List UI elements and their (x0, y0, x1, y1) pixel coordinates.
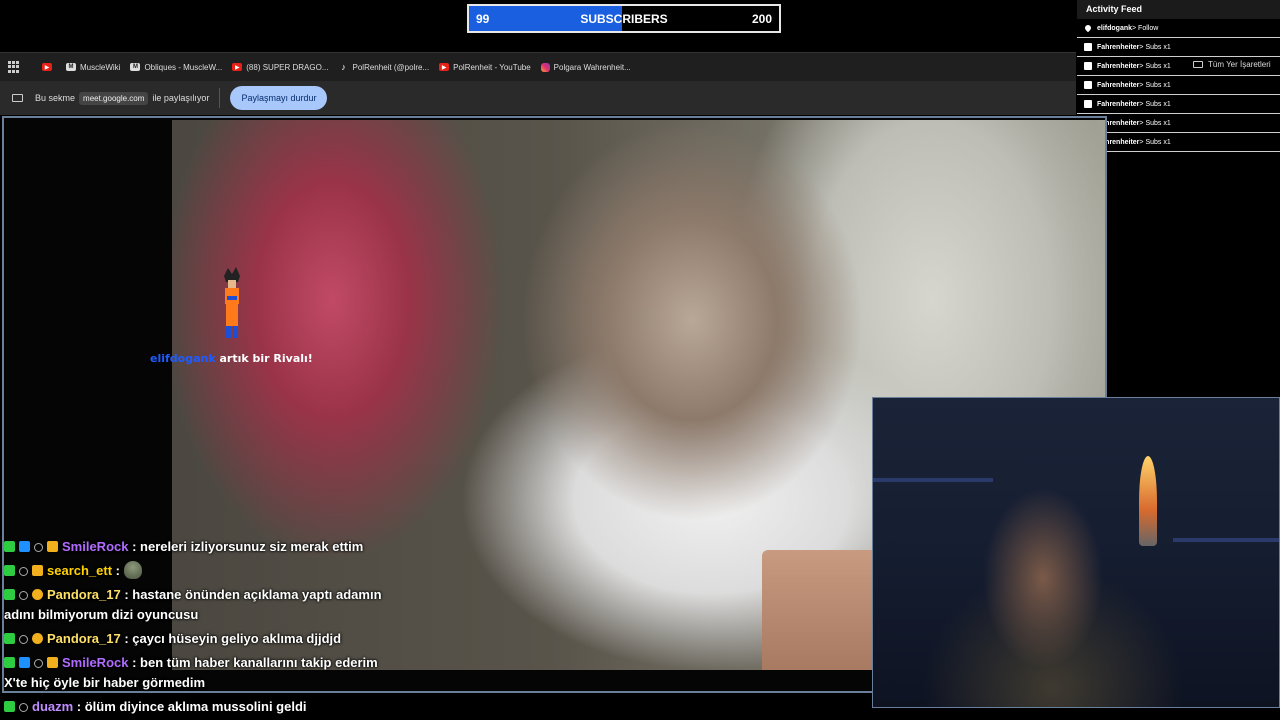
bookmark-tiktok[interactable]: ♪ PolRenheit (@polre... (339, 62, 430, 72)
folder-icon (1193, 61, 1203, 68)
clock-badge-icon (19, 567, 28, 576)
bookmark-polrenheit-youtube[interactable]: ▶ PolRenheit - YouTube (439, 63, 531, 72)
emote-icon (123, 561, 142, 579)
subscriber-goal-bar: 99 SUBSCRIBERS 200 (467, 4, 781, 33)
chat-username: Pandora_17 (47, 587, 121, 602)
subscriber-goal-title: SUBSCRIBERS (580, 11, 668, 26)
chat-message: SmileRock : nereleri izliyorsunuz siz me… (4, 537, 404, 557)
bookmark-label: Polgara Wahrenheit... (553, 62, 631, 72)
kick-badge-icon (4, 565, 15, 576)
clock-badge-icon (19, 635, 28, 644)
tab-sharing-bar: Bu sekme meet.google.com ile paylaşılıyo… (0, 81, 1076, 115)
crown-badge-icon (47, 657, 58, 668)
chat-username: duazm (32, 699, 74, 714)
chat-username: search_ett (47, 563, 113, 578)
bookmark-musclewiki[interactable]: M MuscleWiki (66, 63, 120, 72)
kick-badge-icon (4, 633, 15, 644)
feed-item: elifdogank > Follow (1077, 19, 1280, 38)
goku-sprite-icon (224, 267, 240, 338)
feed-item: Fahrenheiter > Subs x1 (1077, 95, 1280, 114)
bookmark-label: PolRenheit (@polre... (352, 62, 430, 72)
chat-message: search_ett : (4, 561, 404, 581)
sub-badge-icon (19, 541, 30, 552)
chat-message: Pandora_17 : hastane önünden açıklama ya… (4, 587, 382, 622)
bookmark-super-dragon[interactable]: ▶ (88) SUPER DRAGO... (232, 62, 329, 72)
rival-alert-text: elifdogank artık bir Rivalı! (150, 352, 313, 365)
screen-share-icon (12, 94, 23, 102)
chat-text: ben tüm haber kanallarını takip ederim X… (4, 655, 378, 690)
activity-feed: Activity Feed elifdogank > Follow Fahren… (1077, 0, 1280, 160)
chat-text: çaycı hüseyin geliyo aklıma djjdjd (132, 631, 342, 646)
gift-icon (1084, 43, 1092, 51)
chat-username: Pandora_17 (47, 631, 121, 646)
shelf (873, 478, 993, 482)
all-bookmarks-label: Tüm Yer İşaretleri (1208, 60, 1271, 69)
lava-lamp (1139, 456, 1157, 546)
chat-message: SmileRock : ben tüm haber kanallarını ta… (4, 655, 378, 690)
chat-overlay: SmileRock : nereleri izliyorsunuz siz me… (4, 517, 524, 720)
share-prefix: Bu sekme (35, 93, 76, 103)
clock-badge-icon (19, 591, 28, 600)
feed-item: Fahrenheiter > Subs x1 (1077, 114, 1280, 133)
bookmark-label: (88) SUPER DRAGO... (246, 62, 329, 72)
instagram-icon (540, 62, 550, 72)
gift-icon (1084, 100, 1092, 108)
bookmarks-bar: ▶ M MuscleWiki M Obliques - MuscleW... ▶ (8… (0, 52, 1076, 81)
tiktok-icon: ♪ (341, 62, 346, 72)
divider (219, 88, 221, 108)
feed-item: Fahrenheiter > Subs x1 (1077, 133, 1280, 152)
apps-grid-icon[interactable] (8, 61, 20, 73)
feed-item: Fahrenheiter > Subs x1 (1077, 38, 1280, 57)
bookmark-instagram[interactable]: Polgara Wahrenheit... (540, 62, 631, 72)
bookmark-label: MuscleWiki (80, 62, 121, 72)
all-bookmarks-button[interactable]: Tüm Yer İşaretleri (1193, 60, 1271, 69)
bookmark-youtube[interactable]: ▶ (42, 63, 56, 71)
chat-message: Pandora_17 : çaycı hüseyin geliyo aklıma… (4, 629, 404, 649)
crown-badge-icon (32, 565, 43, 576)
youtube-icon: ▶ (232, 63, 243, 71)
activity-feed-title: Activity Feed (1077, 0, 1280, 19)
clock-badge-icon (34, 543, 43, 552)
heart-icon (1083, 23, 1093, 33)
sub-badge-icon (19, 657, 30, 668)
kick-badge-icon (4, 589, 15, 600)
stop-sharing-button[interactable]: Paylaşmayı durdur (230, 86, 328, 110)
youtube-icon: ▶ (42, 63, 52, 71)
chat-username: SmileRock (62, 655, 129, 670)
share-suffix: ile paylaşılıyor (152, 93, 210, 103)
gift-icon (1084, 62, 1092, 70)
youtube-icon: ▶ (439, 63, 450, 71)
musclewiki-icon: M (130, 63, 141, 71)
musclewiki-icon: M (66, 63, 76, 71)
crown-badge-icon (47, 541, 58, 552)
feed-item: Fahrenheiter > Subs x1 (1077, 76, 1280, 95)
bookmark-label: Obliques - MuscleW... (144, 62, 223, 72)
bookmark-label: PolRenheit - YouTube (453, 62, 531, 72)
clock-badge-icon (34, 659, 43, 668)
bookmark-obliques[interactable]: M Obliques - MuscleW... (130, 63, 222, 72)
webcam-overlay (872, 397, 1280, 708)
subscriber-goal-target: 200 (751, 11, 772, 26)
chat-text: ölüm diyince aklıma mussolini geldi (84, 699, 307, 714)
kick-badge-icon (4, 701, 15, 712)
clock-badge-icon (19, 703, 28, 712)
chat-text: nereleri izliyorsunuz siz merak ettim (140, 539, 364, 554)
kick-badge-icon (4, 541, 15, 552)
warning-badge-icon (32, 589, 43, 600)
share-domain: meet.google.com (79, 91, 149, 105)
warning-badge-icon (32, 633, 43, 644)
chat-username: SmileRock (62, 539, 129, 554)
shelf (1173, 538, 1279, 542)
chat-message: duazm : ölüm diyince aklıma mussolini ge… (4, 697, 404, 717)
kick-badge-icon (4, 657, 15, 668)
gift-icon (1084, 81, 1092, 89)
